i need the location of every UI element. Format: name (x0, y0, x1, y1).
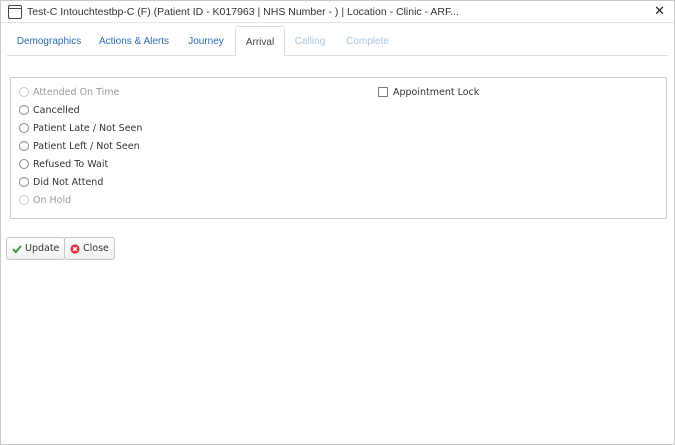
arrival-option-label: Refused To Wait (33, 158, 109, 170)
tab-demographics[interactable]: Demographics (7, 26, 91, 56)
window-icon (8, 5, 22, 19)
arrival-option-patient-late[interactable]: Patient Late / Not Seen (19, 121, 142, 135)
radio-button[interactable] (19, 177, 29, 187)
appointment-lock[interactable]: Appointment Lock (378, 85, 479, 99)
arrival-option-patient-left[interactable]: Patient Left / Not Seen (19, 139, 140, 153)
arrival-option-label: Patient Left / Not Seen (33, 140, 140, 152)
update-button-label: Update (25, 243, 60, 254)
close-icon[interactable]: ✕ (654, 4, 665, 20)
arrival-option-label: On Hold (33, 194, 72, 206)
radio-button (19, 87, 29, 97)
dialog-titlebar: Test-C Intouchtestbp-C (F) (Patient ID -… (1, 1, 674, 23)
arrival-option-cancelled[interactable]: Cancelled (19, 103, 80, 117)
times-circle-icon (70, 243, 80, 254)
tab-bar: Demographics Actions & Alerts Journey Ar… (7, 26, 668, 57)
close-button[interactable]: Close (64, 237, 115, 260)
arrival-option-refused-to-wait[interactable]: Refused To Wait (19, 157, 108, 171)
tab-calling: Calling (294, 36, 326, 47)
arrival-option-on-hold: On Hold (19, 193, 71, 207)
tab-actions-alerts[interactable]: Actions & Alerts (91, 26, 177, 56)
arrival-option-did-not-attend[interactable]: Did Not Attend (19, 175, 103, 189)
arrival-option-attended-on-time: Attended On Time (19, 85, 119, 99)
appointment-lock-label: Appointment Lock (393, 86, 480, 98)
tab-journey[interactable]: Journey (177, 26, 235, 56)
arrival-option-label: Cancelled (33, 104, 80, 116)
tab-complete: Complete (346, 36, 389, 47)
dialog-title: Test-C Intouchtestbp-C (F) (Patient ID -… (27, 6, 460, 18)
update-button[interactable]: Update (6, 237, 66, 260)
arrival-panel: Attended On Time Cancelled Patient Late … (10, 77, 667, 219)
radio-button[interactable] (19, 159, 29, 169)
arrival-option-label: Did Not Attend (33, 176, 104, 188)
radio-button (19, 195, 29, 205)
arrival-option-label: Patient Late / Not Seen (33, 122, 143, 134)
appointment-lock-checkbox[interactable] (378, 87, 388, 97)
arrival-option-label: Attended On Time (33, 86, 120, 98)
close-button-label: Close (83, 243, 109, 254)
radio-button[interactable] (19, 123, 29, 133)
tab-arrival[interactable]: Arrival (235, 26, 285, 57)
radio-button[interactable] (19, 141, 29, 151)
radio-button[interactable] (19, 105, 29, 115)
check-icon (12, 244, 22, 254)
patient-dialog: Test-C Intouchtestbp-C (F) (Patient ID -… (0, 0, 675, 445)
